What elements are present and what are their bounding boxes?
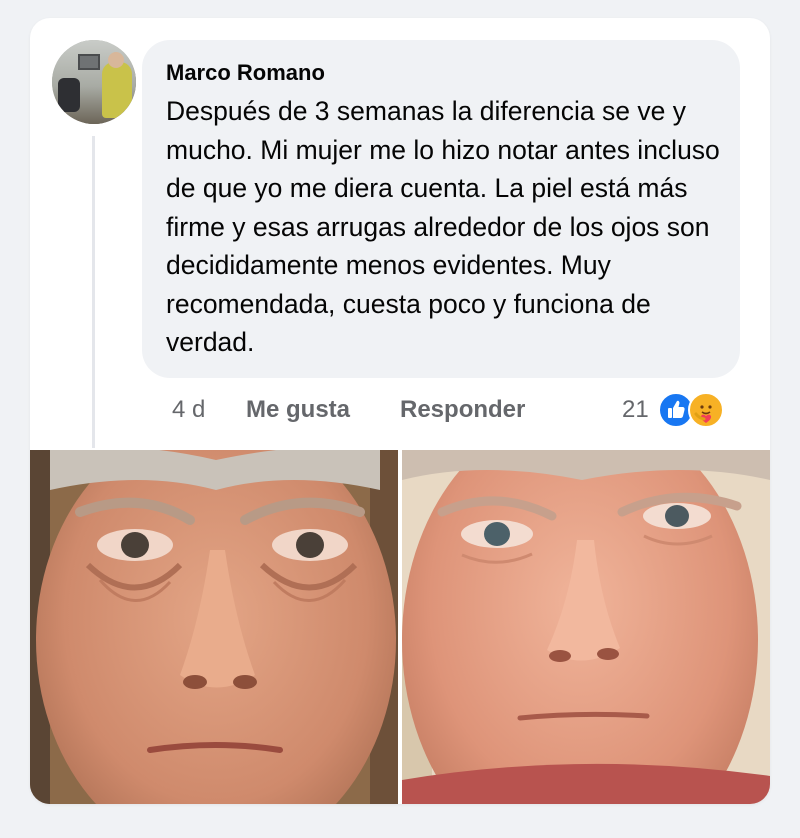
avatar-chair (58, 78, 80, 112)
after-photo[interactable] (402, 450, 770, 804)
avatar[interactable] (52, 40, 136, 124)
comment-bubble: Marco Romano Después de 3 semanas la dif… (142, 40, 740, 378)
care-face-icon (694, 405, 712, 423)
before-photo[interactable] (30, 450, 398, 804)
comment-timestamp[interactable]: 4 d (172, 390, 205, 430)
reply-button[interactable]: Responder (400, 390, 525, 430)
reaction-count[interactable]: 21 (622, 390, 649, 430)
avatar-person (102, 62, 132, 118)
like-button[interactable]: Me gusta (246, 390, 350, 430)
comment-card: Marco Romano Después de 3 semanas la dif… (30, 18, 770, 804)
after-face-image (402, 450, 770, 804)
care-icon[interactable] (688, 392, 724, 428)
comment-text: Después de 3 semanas la diferencia se ve… (166, 96, 720, 357)
avatar-wall-frame (78, 54, 100, 70)
thread-line (92, 136, 95, 448)
avatar-head (108, 52, 124, 68)
comment-actions: 4 d Me gusta Responder 21 (172, 390, 752, 430)
comment-author[interactable]: Marco Romano (166, 60, 325, 86)
before-face-image (30, 450, 398, 804)
